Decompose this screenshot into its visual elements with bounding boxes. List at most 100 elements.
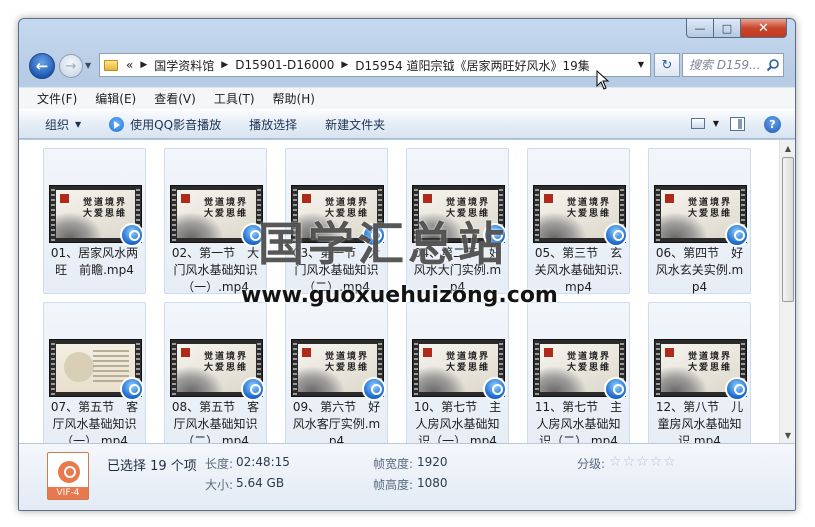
file-item[interactable]: 觉道境界 大爱思维 08、第五节 客厅风水基础知识（二）.mp4 — [164, 302, 267, 443]
star-icon[interactable]: ☆ — [663, 455, 676, 469]
navigation-bar: ← → ▼ « ▶ 国学资料馆 ▶ D15901-D16000 ▶ D15954… — [19, 51, 795, 85]
menu-view[interactable]: 查看(V) — [154, 90, 196, 107]
menu-file[interactable]: 文件(F) — [37, 90, 77, 107]
qq-player-badge-icon — [725, 377, 749, 401]
play-selection-button[interactable]: 播放选择 — [249, 116, 297, 133]
film-perforation — [172, 340, 176, 396]
scroll-up-icon[interactable]: ▲ — [780, 140, 795, 156]
qq-player-badge-icon — [120, 223, 144, 247]
star-icon[interactable]: ☆ — [623, 455, 636, 469]
film-perforation — [535, 340, 539, 396]
thumbnail-title: 觉道境界 大爱思维 — [82, 198, 127, 219]
length-label: 长度: — [205, 457, 234, 471]
seal-stamp — [544, 194, 553, 203]
minimize-button[interactable]: — — [686, 19, 714, 38]
address-dropdown-icon[interactable]: ▼ — [638, 60, 644, 69]
star-icon[interactable]: ☆ — [636, 455, 649, 469]
recent-pages-caret[interactable]: ▼ — [85, 61, 91, 70]
file-item[interactable]: 觉道境界 大爱思维 10、第七节 主人房风水基础知识（一）.mp4 — [406, 302, 509, 443]
seal-stamp — [665, 194, 674, 203]
watermark-chinese: 国学汇总站 — [258, 217, 508, 271]
thumbnail-title: 觉道境界 大爱思维 — [687, 352, 732, 373]
thumbnail-title: 觉道境界 大爱思维 — [445, 352, 490, 373]
film-perforation — [535, 186, 539, 242]
seal-stamp — [423, 194, 432, 203]
film-perforation — [51, 186, 55, 242]
file-name: 09、第六节 好风水客厅实例.mp4 — [292, 400, 381, 443]
command-bar: 组织 ▼ 使用QQ影音播放 播放选择 新建文件夹 ▼ ? — [19, 109, 795, 139]
maximize-button[interactable]: □ — [714, 19, 741, 38]
file-item[interactable]: 觉道境界 大爱思维 01、居家风水两旺 前瞻.mp4 — [43, 148, 146, 294]
change-view-icon[interactable] — [691, 118, 705, 129]
file-item[interactable]: 觉道境界 大爱思维 09、第六节 好风水客厅实例.mp4 — [285, 302, 388, 443]
address-bar[interactable]: « ▶ 国学资料馆 ▶ D15901-D16000 ▶ D15954 道阳宗钺《… — [99, 53, 651, 77]
seal-stamp — [181, 194, 190, 203]
view-options-chevron-icon[interactable]: ▼ — [713, 119, 719, 128]
scrollbar-thumb[interactable] — [782, 157, 794, 302]
file-name: 11、第七节 主人房风水基础知识（二）.mp4 — [534, 400, 623, 443]
seal-stamp — [302, 194, 311, 203]
file-item[interactable]: 觉道境界 大爱思维 11、第七节 主人房风水基础知识（二）.mp4 — [527, 302, 630, 443]
vertical-scrollbar[interactable]: ▲ ▼ — [779, 140, 795, 443]
thumbnail-title: 觉道境界 大爱思维 — [203, 352, 248, 373]
seal-stamp — [665, 348, 674, 357]
menu-edit[interactable]: 编辑(E) — [95, 90, 136, 107]
breadcrumb-item-2[interactable]: D15901-D16000 — [235, 58, 334, 72]
size-value: 5.64 GB — [236, 476, 285, 490]
search-input[interactable]: 搜索 D159... — [682, 53, 784, 77]
new-folder-button[interactable]: 新建文件夹 — [325, 116, 385, 133]
file-name: 06、第四节 好风水玄关实例.mp4 — [655, 246, 744, 294]
film-perforation — [51, 340, 55, 396]
organize-label: 组织 — [45, 117, 70, 132]
scroll-down-icon[interactable]: ▼ — [780, 427, 795, 443]
menu-help[interactable]: 帮助(H) — [273, 90, 315, 107]
preview-pane-icon[interactable] — [730, 117, 745, 131]
breadcrumb-item-1[interactable]: 国学资料馆 — [154, 57, 214, 74]
rating-stars[interactable]: ☆ ☆ ☆ ☆ ☆ — [609, 455, 677, 469]
frame-width-label: 帧宽度: — [373, 457, 414, 471]
star-icon[interactable]: ☆ — [650, 455, 663, 469]
thumbnail-title: 觉道境界 大爱思维 — [687, 198, 732, 219]
breadcrumb-separator-icon[interactable]: ▶ — [341, 60, 348, 70]
film-perforation — [293, 340, 297, 396]
breadcrumb-separator-icon[interactable]: ▶ — [140, 60, 147, 70]
window-controls: — □ ✕ — [686, 19, 787, 38]
file-name: 08、第五节 客厅风水基础知识（二）.mp4 — [171, 400, 260, 443]
thumbnail-title: 觉道境界 大爱思维 — [203, 198, 248, 219]
file-item[interactable]: 觉道境界 大爱思维 02、第一节 大门风水基础知识（一）.mp4 — [164, 148, 267, 294]
film-perforation — [656, 340, 660, 396]
qq-player-badge-icon — [604, 377, 628, 401]
menu-tools[interactable]: 工具(T) — [214, 90, 255, 107]
file-name: 07、第五节 客厅风水基础知识（一）.mp4 — [50, 400, 139, 443]
breadcrumb-item-3[interactable]: D15954 道阳宗钺《居家两旺好风水》19集 — [355, 57, 590, 74]
file-item[interactable]: 觉道境界 大爱思维 06、第四节 好风水玄关实例.mp4 — [648, 148, 751, 294]
qq-player-badge-icon — [604, 223, 628, 247]
file-item[interactable]: 觉道境界 大爱思维 12、第八节 儿童房风水基础知识.mp4 — [648, 302, 751, 443]
breadcrumb-overflow[interactable]: « — [126, 58, 133, 72]
play-with-qq-button[interactable]: 使用QQ影音播放 — [109, 116, 221, 133]
thumbnail-title: 觉道境界 大爱思维 — [566, 352, 611, 373]
frame-width-value: 1920 — [417, 455, 448, 469]
breadcrumb-separator-icon[interactable]: ▶ — [221, 60, 228, 70]
thumbnail-title: 觉道境界 大爱思维 — [566, 198, 611, 219]
forward-button[interactable]: → — [59, 54, 83, 78]
back-button[interactable]: ← — [29, 53, 55, 79]
thumbnail-title: 觉道境界 大爱思维 — [324, 352, 369, 373]
seal-stamp — [181, 348, 190, 357]
star-icon[interactable]: ☆ — [609, 455, 622, 469]
seal-stamp — [544, 348, 553, 357]
rating-label: 分级: — [577, 457, 606, 471]
help-button[interactable]: ? — [764, 116, 781, 133]
close-button[interactable]: ✕ — [741, 19, 787, 38]
seal-stamp — [302, 348, 311, 357]
file-item[interactable]: 觉道境界 大爱思维 05、第三节 玄关风水基础知识.mp4 — [527, 148, 630, 294]
chevron-down-icon: ▼ — [75, 119, 82, 129]
file-name: 10、第七节 主人房风水基础知识（一）.mp4 — [413, 400, 502, 443]
qq-player-badge-icon — [362, 377, 386, 401]
refresh-button[interactable]: ↻ — [654, 53, 680, 77]
media-logo-icon — [58, 461, 80, 483]
organize-button[interactable]: 组织 ▼ — [45, 116, 81, 133]
file-item[interactable]: 07、第五节 客厅风水基础知识（一）.mp4 — [43, 302, 146, 443]
media-file-icon: VIF-4 — [47, 452, 89, 500]
search-icon[interactable] — [766, 58, 780, 72]
